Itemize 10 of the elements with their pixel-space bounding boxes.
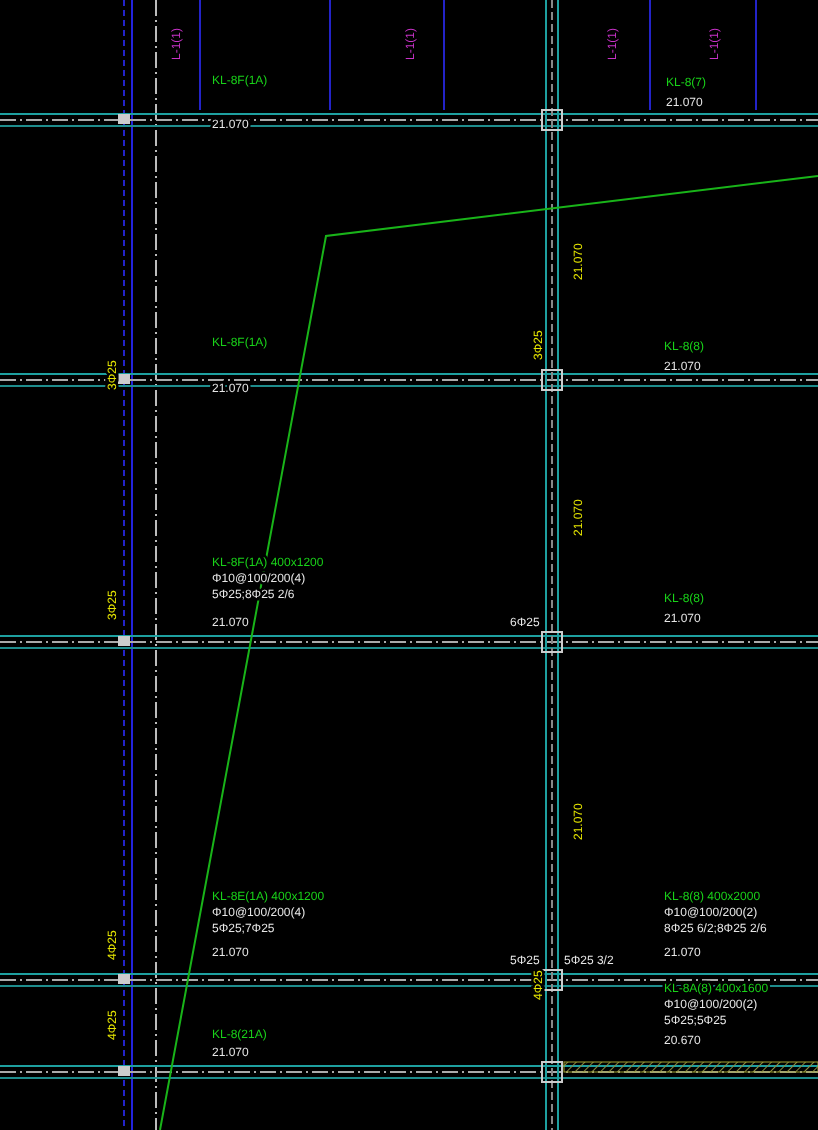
node-marker: [118, 636, 130, 646]
node-marker: [118, 114, 130, 124]
column-marker: [541, 969, 563, 991]
column-marker: [541, 1061, 563, 1083]
node-marker: [118, 974, 130, 984]
column-marker: [541, 109, 563, 131]
node-marker: [118, 1066, 130, 1076]
column-marker: [541, 631, 563, 653]
column-marker: [541, 369, 563, 391]
node-marker: [118, 374, 130, 384]
